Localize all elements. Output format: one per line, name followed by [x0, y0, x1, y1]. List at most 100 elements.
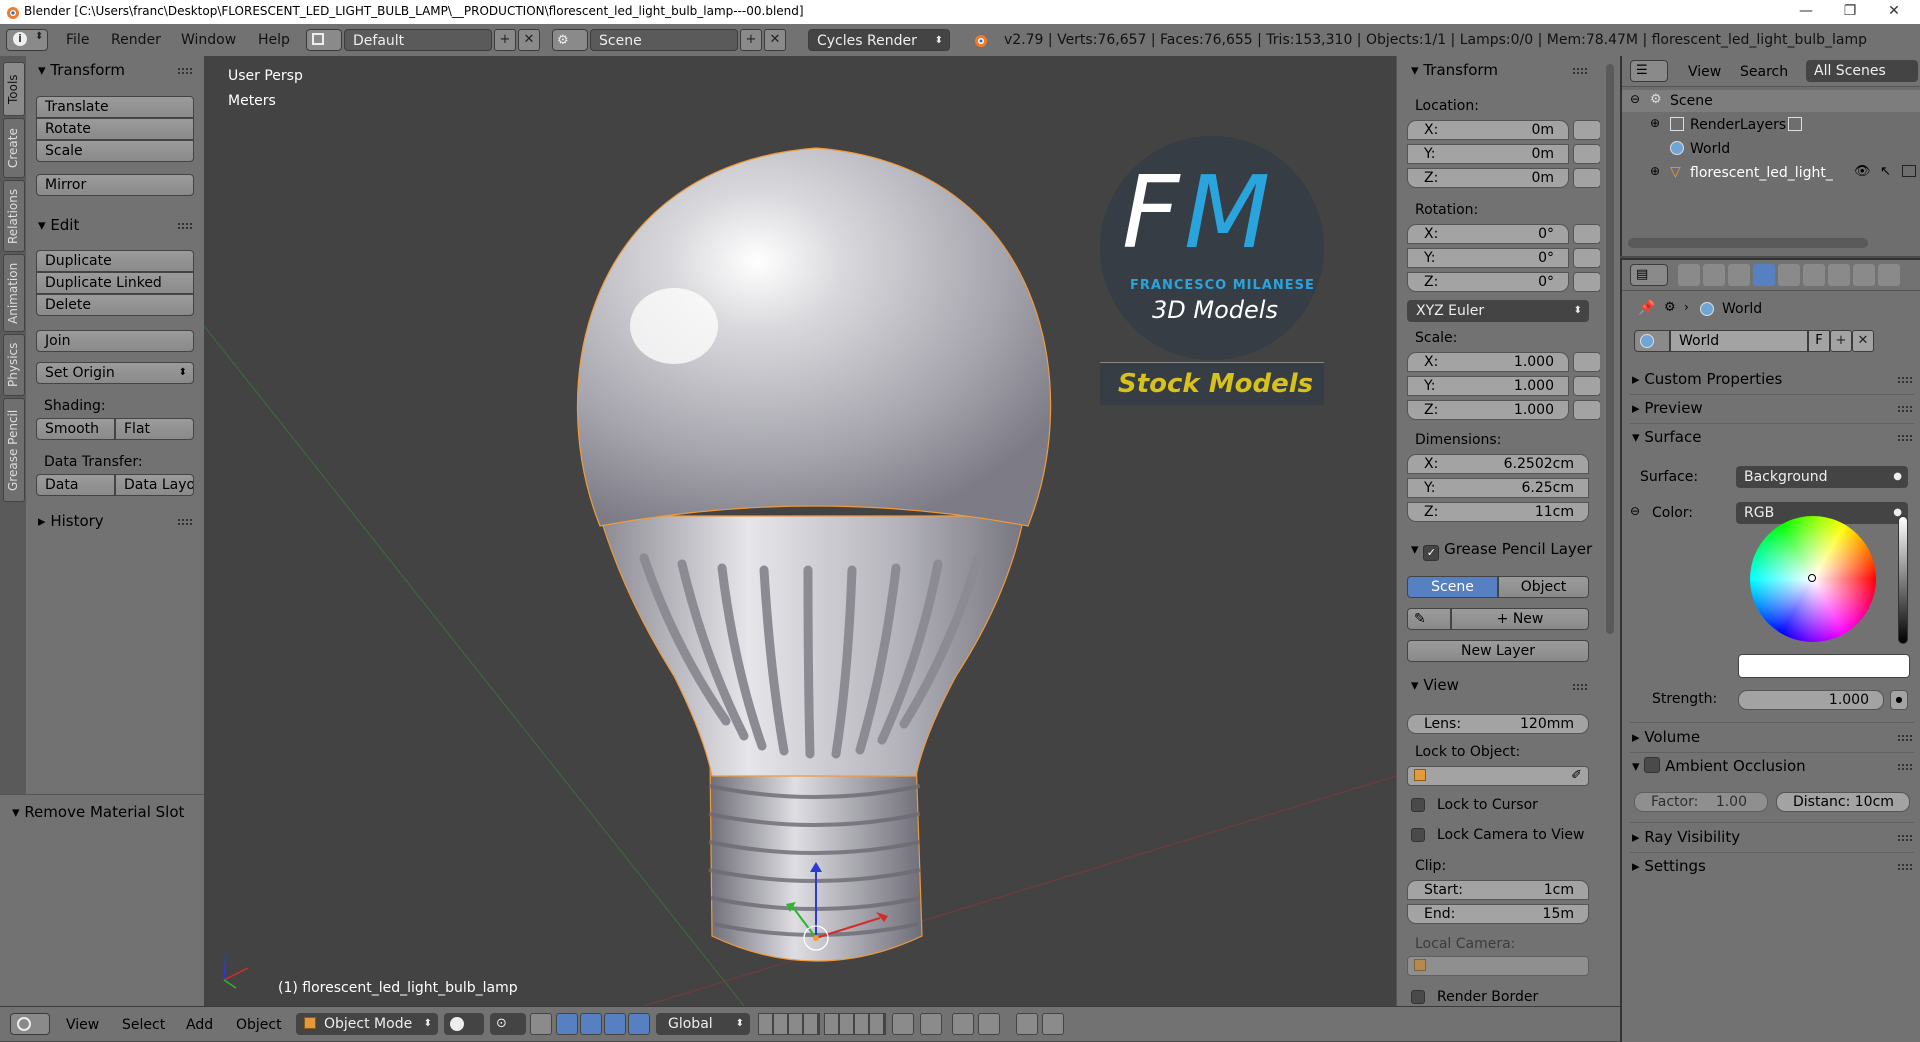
menu-render[interactable]: Render	[111, 32, 161, 48]
scale-x-field[interactable]: X: 1.000	[1407, 352, 1569, 372]
outliner-scrollbar[interactable]	[1628, 238, 1868, 248]
selectable-cursor-icon[interactable]: ↖	[1880, 164, 1891, 179]
rotation-y-field[interactable]: Y: 0°	[1407, 248, 1569, 268]
translate-button[interactable]: Translate	[36, 96, 194, 118]
editor-type-selector[interactable]: i ⬍	[6, 29, 48, 51]
outliner-row-world[interactable]: World	[1622, 138, 1920, 160]
scale-y-field[interactable]: Y: 1.000	[1407, 376, 1569, 396]
location-x-field[interactable]: X: 0m	[1407, 120, 1569, 140]
world-tab-icon[interactable]	[1753, 264, 1775, 286]
settings-header[interactable]: ▸ Settings	[1632, 857, 1706, 875]
lock-object-field[interactable]: ✐	[1407, 766, 1589, 786]
data-transfer-button[interactable]: Data	[36, 474, 115, 496]
new-layer-button[interactable]: New Layer	[1407, 640, 1589, 662]
local-camera-field[interactable]	[1407, 956, 1589, 976]
menu-window[interactable]: Window	[181, 32, 236, 48]
unlink-world-button[interactable]: ✕	[1852, 330, 1874, 352]
lock-camera-checkbox[interactable]	[1411, 828, 1425, 842]
dimensions-z-field[interactable]: Z: 11cm	[1407, 502, 1589, 522]
world-browse-button[interactable]	[1634, 330, 1670, 352]
rotation-x-field[interactable]: X: 0°	[1407, 224, 1569, 244]
viewport-shading-dropdown[interactable]	[444, 1013, 484, 1035]
delete-button[interactable]: Delete	[36, 294, 194, 316]
opengl-render-icon[interactable]	[1016, 1013, 1038, 1035]
scrollbar-thumb[interactable]	[1606, 64, 1614, 634]
ray-visibility-header[interactable]: ▸ Ray Visibility	[1632, 828, 1740, 846]
scene-field[interactable]: Scene	[590, 29, 738, 51]
join-button[interactable]: Join	[36, 330, 194, 352]
lock-to-cursor-checkbox[interactable]	[1411, 798, 1425, 812]
region-scrollbar[interactable]	[1600, 56, 1620, 1006]
menu-add[interactable]: Add	[186, 1017, 213, 1033]
menu-object[interactable]: Object	[236, 1017, 282, 1033]
ao-factor-field[interactable]: Factor: 1.00	[1634, 792, 1768, 812]
edit-panel-header[interactable]: ▾ Edit	[38, 216, 79, 234]
render-border-checkbox[interactable]	[1411, 990, 1425, 1004]
drag-handle-icon[interactable]	[178, 68, 192, 74]
lock-rotation-y-icon[interactable]	[1573, 248, 1601, 268]
rotation-z-field[interactable]: Z: 0°	[1407, 272, 1569, 292]
modifiers-tab-icon[interactable]	[1828, 264, 1850, 286]
view-panel-header[interactable]: ▾ View	[1411, 676, 1459, 694]
n-transform-header[interactable]: ▾ Transform	[1411, 61, 1498, 79]
world-name-field[interactable]: World	[1670, 330, 1808, 352]
checkbox-checked-icon[interactable]: ✓	[1423, 545, 1440, 561]
visibility-eye-icon[interactable]: 👁	[1854, 164, 1871, 179]
custom-properties-header[interactable]: ▸ Custom Properties	[1632, 370, 1782, 388]
rotate-button[interactable]: Rotate	[36, 118, 194, 140]
delete-layout-button[interactable]: ✕	[518, 29, 540, 51]
duplicate-button[interactable]: Duplicate	[36, 250, 194, 272]
render-layer-icon[interactable]	[1788, 117, 1802, 131]
drag-handle-icon[interactable]	[1898, 764, 1912, 770]
scene-tab-icon[interactable]	[1728, 264, 1750, 286]
scene-selector[interactable]: ⚙	[552, 29, 588, 51]
renderable-camera-icon[interactable]	[1902, 165, 1916, 177]
drag-handle-icon[interactable]	[1898, 835, 1912, 841]
drag-handle-icon[interactable]	[1898, 377, 1912, 383]
lock-rotation-z-icon[interactable]	[1573, 272, 1601, 292]
interaction-mode-dropdown[interactable]: Object Mode ⬍	[296, 1013, 438, 1035]
tab-relations[interactable]: Relations	[3, 180, 25, 252]
move-manipulator-icon[interactable]	[580, 1013, 602, 1035]
new-world-button[interactable]: +	[1830, 330, 1852, 352]
drag-handle-icon[interactable]	[1573, 684, 1587, 690]
rotation-mode-dropdown[interactable]: XYZ Euler ⬍	[1407, 300, 1589, 322]
menu-help[interactable]: Help	[258, 32, 290, 48]
pin-icon[interactable]: 📌	[1638, 300, 1655, 316]
set-origin-dropdown[interactable]: Set Origin ⬍	[36, 362, 194, 384]
maximize-button[interactable]: ❐	[1828, 0, 1872, 24]
object-tab-icon[interactable]	[1778, 264, 1800, 286]
fake-user-button[interactable]: F	[1808, 330, 1830, 352]
color-wheel[interactable]	[1750, 516, 1876, 642]
clip-start-field[interactable]: Start: 1cm	[1407, 880, 1589, 900]
editor-type-selector[interactable]	[10, 1013, 50, 1035]
lens-field[interactable]: Lens: 120mm	[1407, 714, 1589, 734]
lock-location-y-icon[interactable]	[1573, 144, 1601, 164]
node-socket-icon[interactable]: ●	[1890, 690, 1908, 710]
tab-create[interactable]: Create	[3, 118, 25, 178]
ambient-occlusion-header[interactable]: ▾ Ambient Occlusion	[1632, 757, 1806, 775]
transform-panel-header[interactable]: ▾ Transform	[38, 61, 125, 79]
menu-file[interactable]: File	[66, 32, 89, 48]
lock-layers-icon[interactable]	[892, 1013, 914, 1035]
mirror-button[interactable]: Mirror	[36, 174, 194, 196]
data-layout-transfer-button[interactable]: Data Layo	[115, 474, 194, 496]
lock-scale-y-icon[interactable]	[1573, 376, 1601, 396]
outliner-row-renderlayers[interactable]: ⊕ RenderLayers	[1622, 114, 1920, 136]
drag-handle-icon[interactable]	[1898, 735, 1912, 741]
duplicate-linked-button[interactable]: Duplicate Linked	[36, 272, 194, 294]
scale-z-field[interactable]: Z: 1.000	[1407, 400, 1569, 420]
clip-end-field[interactable]: End: 15m	[1407, 904, 1589, 924]
add-layout-button[interactable]: +	[494, 29, 516, 51]
tab-grease-pencil[interactable]: Grease Pencil	[3, 398, 25, 502]
outliner-editor-type[interactable]: ☰	[1630, 60, 1668, 82]
properties-editor-type[interactable]: ▤	[1630, 264, 1668, 286]
drag-handle-icon[interactable]	[1573, 68, 1587, 74]
add-scene-button[interactable]: +	[740, 29, 762, 51]
drag-handle-icon[interactable]	[1898, 864, 1912, 870]
dimensions-x-field[interactable]: X: 6.2502cm	[1407, 454, 1589, 474]
location-y-field[interactable]: Y: 0m	[1407, 144, 1569, 164]
layer-buttons-group-1[interactable]	[758, 1013, 820, 1035]
menu-view[interactable]: View	[66, 1017, 99, 1033]
render-engine-dropdown[interactable]: Cycles Render ⬍	[808, 29, 950, 51]
